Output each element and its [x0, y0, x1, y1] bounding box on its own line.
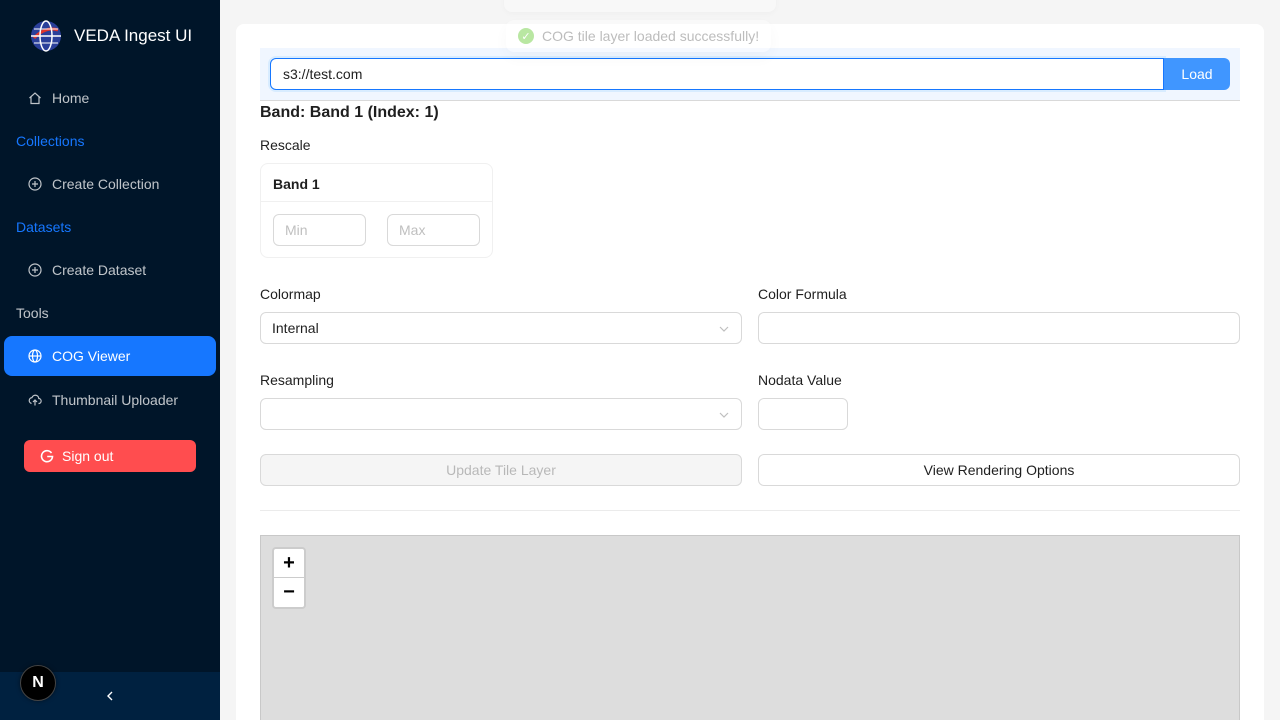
max-input[interactable]: [387, 214, 480, 246]
color-formula-input[interactable]: [758, 312, 1240, 344]
band-title: Band: Band 1 (Index: 1): [260, 104, 439, 121]
brand[interactable]: VEDA Ingest UI: [30, 20, 192, 52]
sidebar-item-label: Create Dataset: [52, 262, 147, 278]
sidebar: VEDA Ingest UI Home Collections Create C…: [0, 0, 220, 720]
zoom-in-button[interactable]: +: [274, 549, 304, 578]
veda-logo-icon: [31, 20, 61, 52]
sidebar-item-create-dataset[interactable]: Create Dataset: [4, 250, 216, 290]
divider: [260, 100, 1240, 101]
sidebar-item-home[interactable]: Home: [4, 78, 216, 118]
rescale-label: Rescale: [260, 137, 311, 153]
chevron-down-icon: [719, 412, 729, 418]
nextjs-badge[interactable]: N: [20, 665, 56, 701]
check-circle-icon: ✓: [518, 28, 534, 44]
rescale-card-title: Band 1: [261, 164, 492, 202]
chevron-down-icon: [719, 326, 729, 332]
colormap-select[interactable]: Internal: [260, 312, 742, 344]
sidebar-item-label: Create Collection: [52, 176, 160, 192]
sidebar-group-datasets[interactable]: Datasets: [16, 219, 71, 235]
zoom-control: + −: [272, 547, 306, 609]
sign-out-button[interactable]: Sign out: [24, 440, 196, 472]
load-button[interactable]: Load: [1164, 58, 1230, 90]
sidebar-group-collections[interactable]: Collections: [16, 133, 84, 149]
sidebar-item-create-collection[interactable]: Create Collection: [4, 164, 216, 204]
sidebar-group-tools: Tools: [16, 305, 49, 321]
cloud-upload-icon: [28, 394, 42, 406]
plus-circle-icon: [28, 263, 42, 277]
sidebar-item-label: Home: [52, 90, 90, 106]
min-input[interactable]: [273, 214, 366, 246]
rescale-card: Band 1: [260, 163, 493, 258]
nodata-label: Nodata Value: [758, 372, 842, 388]
sign-out-label: Sign out: [62, 448, 114, 464]
update-tile-layer-button[interactable]: Update Tile Layer: [260, 454, 742, 486]
toast-message: COG tile layer loaded successfully!: [542, 28, 760, 44]
plus-circle-icon: [28, 177, 42, 191]
google-icon: [40, 449, 54, 463]
colormap-label: Colormap: [260, 286, 321, 302]
previous-toast: [504, 0, 776, 12]
color-formula-label: Color Formula: [758, 286, 847, 302]
divider: [260, 510, 1240, 511]
home-icon: [29, 92, 41, 105]
sidebar-item-thumbnail-uploader[interactable]: Thumbnail Uploader: [4, 380, 216, 420]
chevron-left-icon: [107, 691, 113, 701]
cog-url-input[interactable]: [270, 58, 1164, 90]
resampling-select[interactable]: [260, 398, 742, 430]
app-title: VEDA Ingest UI: [74, 26, 193, 45]
globe-icon: [28, 349, 42, 363]
nodata-input[interactable]: [758, 398, 848, 430]
url-bar: Load: [260, 48, 1240, 100]
success-toast: ✓ COG tile layer loaded successfully!: [506, 20, 772, 52]
main-card: Load Band: Band 1 (Index: 1) Rescale Ban…: [236, 24, 1264, 720]
colormap-value: Internal: [272, 320, 319, 336]
view-rendering-options-button[interactable]: View Rendering Options: [758, 454, 1240, 486]
resampling-label: Resampling: [260, 372, 334, 388]
map-view[interactable]: + −: [260, 535, 1240, 720]
sidebar-item-label: COG Viewer: [52, 348, 131, 364]
sidebar-item-cog-viewer[interactable]: COG Viewer: [4, 336, 216, 376]
sidebar-item-label: Thumbnail Uploader: [52, 392, 179, 408]
zoom-out-button[interactable]: −: [274, 578, 304, 607]
